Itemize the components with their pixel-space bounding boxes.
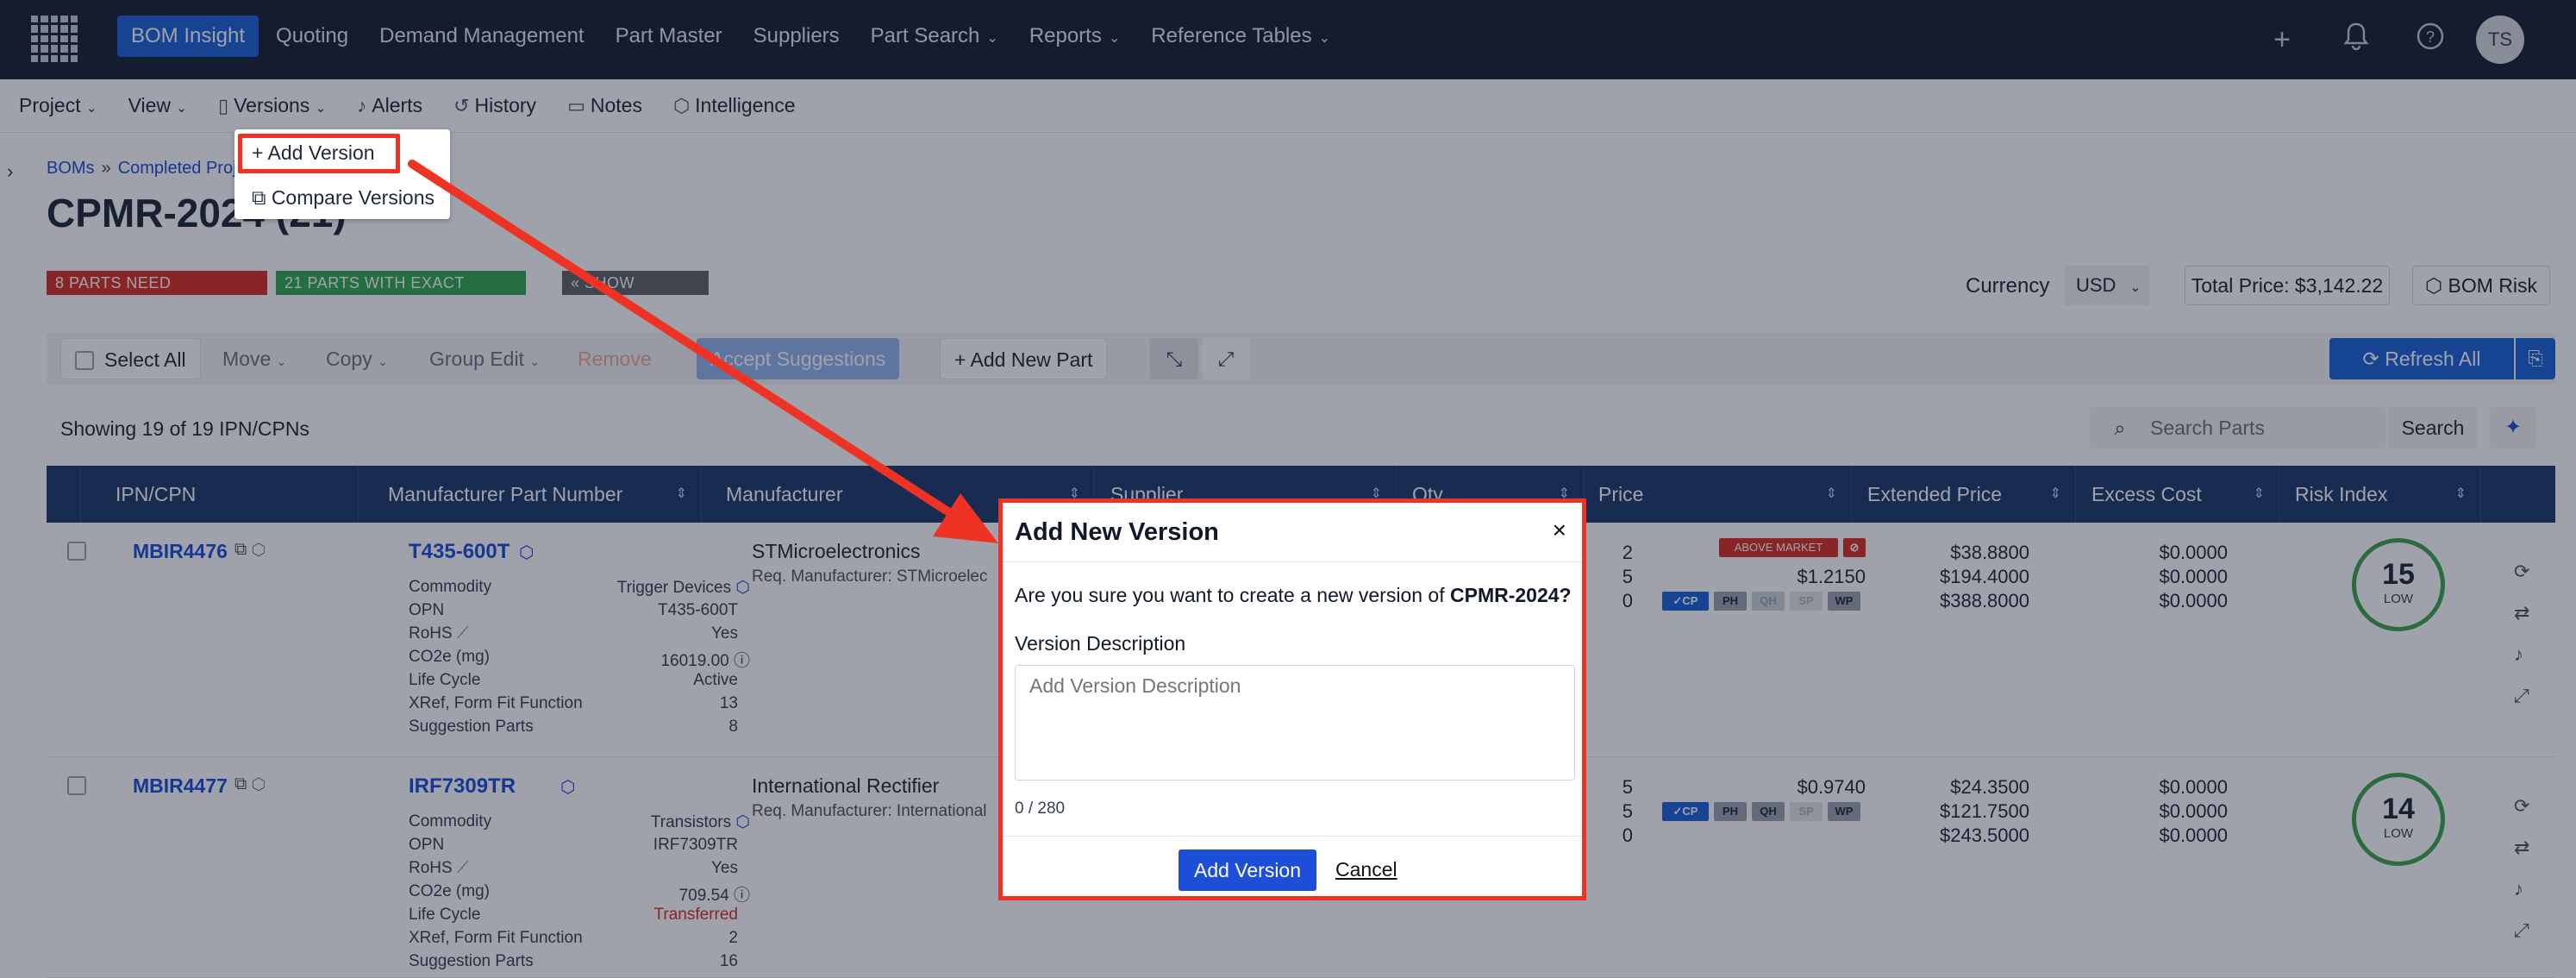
modal-footer-divider [1003, 836, 1582, 837]
modal-question: Are you sure you want to create a new ve… [1015, 584, 1572, 606]
add-version-button[interactable]: Add Version [1179, 849, 1316, 891]
compare-versions-menu-item[interactable]: ⧉ Compare Versions [252, 186, 435, 210]
modal-title: Add New Version [1015, 518, 1219, 546]
add-version-modal: Add New Version × Are you sure you want … [998, 498, 1586, 900]
project-name: CPMR-2024? [1450, 584, 1572, 606]
cancel-button[interactable]: Cancel [1335, 858, 1397, 881]
compare-icon: ⧉ [252, 186, 272, 209]
version-description-label: Version Description [1015, 632, 1186, 655]
modal-header-divider [1003, 561, 1582, 562]
highlight-box [238, 134, 400, 173]
close-icon[interactable]: × [1553, 517, 1566, 544]
version-description-input[interactable] [1015, 665, 1575, 781]
char-counter: 0 / 280 [1015, 799, 1066, 818]
